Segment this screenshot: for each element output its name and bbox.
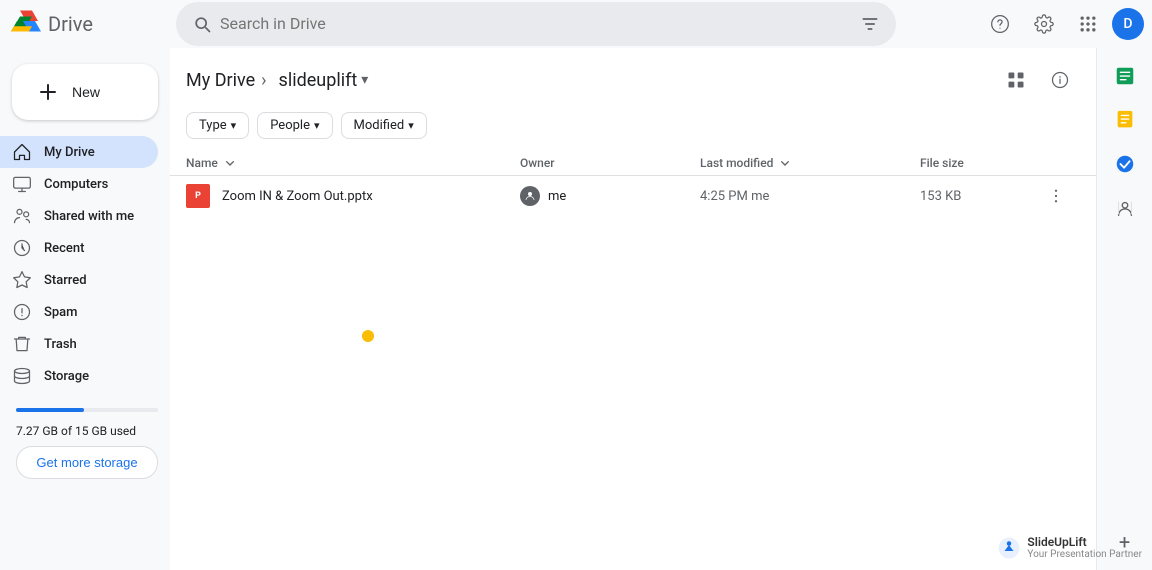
trash-icon	[12, 334, 32, 354]
search-bar[interactable]	[176, 2, 896, 46]
filter-type-button[interactable]: Type ▾	[186, 112, 249, 139]
sort-arrow-icon	[222, 155, 238, 171]
settings-button[interactable]	[1024, 4, 1064, 44]
people-chevron-icon: ▾	[314, 119, 320, 132]
help-button[interactable]	[980, 4, 1020, 44]
modified-chevron-icon: ▾	[408, 119, 414, 132]
sidebar-item-storage[interactable]: Storage	[0, 360, 158, 392]
filter-icon[interactable]	[860, 14, 880, 34]
sidebar-item-starred[interactable]: Starred	[0, 264, 158, 296]
breadcrumb: My Drive › slideuplift ▾	[170, 48, 1096, 108]
storage-section: 7.27 GB of 15 GB used Get more storage	[0, 392, 170, 487]
logo-area: Drive	[8, 6, 168, 42]
get-more-storage-button[interactable]: Get more storage	[16, 446, 158, 479]
avatar[interactable]: D	[1112, 8, 1144, 40]
file-name-cell: P Zoom IN & Zoom Out.pptx	[186, 184, 520, 208]
computers-icon	[12, 174, 32, 194]
sidebar-item-computers[interactable]: Computers	[0, 168, 158, 200]
topbar: Drive D	[0, 0, 1152, 48]
contacts-panel-icon[interactable]	[1105, 188, 1145, 228]
layout: New My Drive Computers Shared with me Re…	[0, 48, 1152, 570]
sheets-panel-icon[interactable]	[1105, 56, 1145, 96]
plus-icon	[36, 80, 60, 104]
starred-icon	[12, 270, 32, 290]
app-title: Drive	[48, 12, 93, 36]
breadcrumb-actions	[996, 60, 1080, 100]
breadcrumb-current[interactable]: slideuplift ▾	[273, 68, 375, 93]
more-icon	[1047, 187, 1065, 205]
owner-cell: me	[520, 186, 700, 206]
main-area: My Drive › slideuplift ▾ Type ▾	[170, 48, 1096, 570]
header-file-size: File size	[920, 156, 1040, 170]
filter-people-button[interactable]: People ▾	[257, 112, 332, 139]
spam-icon	[12, 302, 32, 322]
modified-cell: 4:25 PM me	[700, 189, 920, 204]
slideuplift-logo	[997, 536, 1021, 560]
search-icon	[192, 14, 212, 34]
filter-modified-button[interactable]: Modified ▾	[341, 112, 427, 139]
breadcrumb-parent[interactable]: My Drive	[186, 70, 255, 91]
pptx-icon: P	[186, 184, 210, 208]
my-drive-icon	[12, 142, 32, 162]
info-button[interactable]	[1040, 60, 1080, 100]
watermark: SlideUpLift Your Presentation Partner	[997, 535, 1142, 560]
sort-down-icon	[777, 155, 793, 171]
breadcrumb-separator: ›	[259, 70, 268, 91]
storage-bar-fill	[16, 408, 84, 412]
header-last-modified[interactable]: Last modified	[700, 155, 920, 171]
owner-avatar	[520, 186, 540, 206]
search-input[interactable]	[220, 14, 852, 33]
sidebar-item-recent[interactable]: Recent	[0, 232, 158, 264]
table-row[interactable]: P Zoom IN & Zoom Out.pptx me 4:25 PM me …	[170, 176, 1096, 216]
sidebar-item-shared[interactable]: Shared with me	[0, 200, 158, 232]
more-options-button[interactable]	[1040, 180, 1072, 212]
sidebar: New My Drive Computers Shared with me Re…	[0, 48, 170, 570]
chevron-down-icon: ▾	[361, 72, 368, 88]
header-name[interactable]: Name	[186, 155, 520, 171]
new-button[interactable]: New	[12, 64, 158, 120]
grid-view-button[interactable]	[996, 60, 1036, 100]
tasks-panel-icon[interactable]	[1105, 144, 1145, 184]
table-header: Name Owner Last modified File size	[170, 151, 1096, 176]
sidebar-item-trash[interactable]: Trash	[0, 328, 158, 360]
size-cell: 153 KB	[920, 189, 1040, 204]
type-chevron-icon: ▾	[231, 119, 237, 132]
drive-logo-icon	[8, 6, 44, 42]
apps-button[interactable]	[1068, 4, 1108, 44]
right-panel: +	[1096, 48, 1152, 570]
header-owner: Owner	[520, 156, 700, 170]
keep-panel-icon[interactable]	[1105, 100, 1145, 140]
recent-icon	[12, 238, 32, 258]
storage-icon	[12, 366, 32, 386]
sidebar-item-spam[interactable]: Spam	[0, 296, 158, 328]
sidebar-item-my-drive[interactable]: My Drive	[0, 136, 158, 168]
storage-label: 7.27 GB of 15 GB used	[16, 424, 158, 438]
storage-bar-bg	[16, 408, 158, 412]
file-table: Name Owner Last modified File size	[170, 151, 1096, 570]
shared-icon	[12, 206, 32, 226]
topbar-right: D	[980, 4, 1144, 44]
filter-bar: Type ▾ People ▾ Modified ▾	[170, 108, 1096, 151]
